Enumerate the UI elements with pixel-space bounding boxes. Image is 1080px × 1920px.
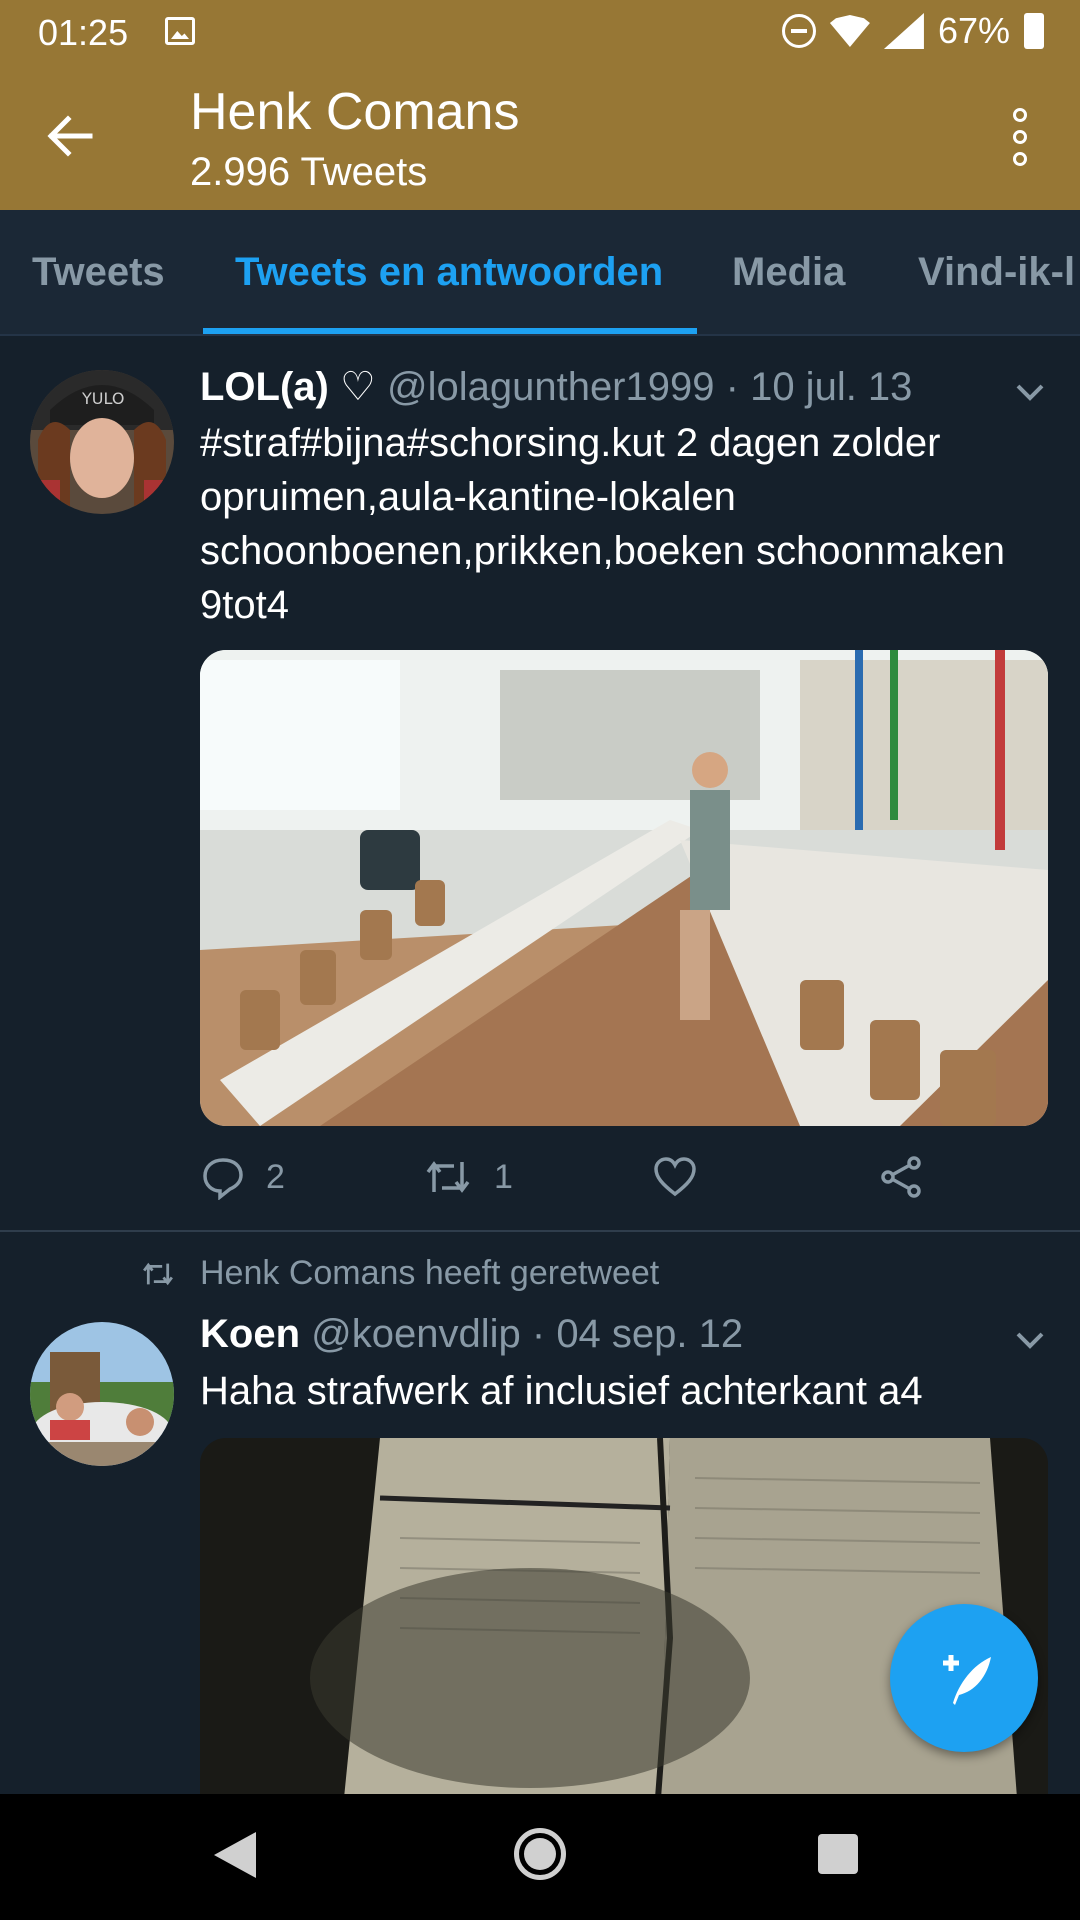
more-dot-icon [1013,152,1027,166]
compose-tweet-button[interactable] [890,1604,1038,1752]
arrow-left-icon [47,115,93,157]
heart-icon [654,1157,696,1197]
active-tab-indicator [203,328,697,334]
more-dot-icon [1013,130,1027,144]
status-time: 01:25 [38,12,129,53]
tab-tweets-and-replies[interactable]: Tweets en antwoorden [235,250,663,295]
retweeted-by-label: Henk Comans heeft geretweet [200,1254,660,1292]
wifi-icon [829,15,870,47]
reply-icon [203,1158,243,1200]
back-button[interactable] [40,106,100,166]
tweet-actions: 2 1 [200,1154,960,1214]
meta-separator: · [531,1312,546,1356]
signal-icon [883,13,924,49]
tweet-text: Haha strafwerk af inclusief achterkant a… [200,1369,923,1413]
author-name[interactable]: LOL(a) ♡ [200,365,376,409]
chevron-down-icon [1016,384,1044,401]
like-button[interactable] [652,1154,698,1200]
tweet-text: #straf#bijna#schorsing.kut 2 dagen zolde… [200,421,1006,627]
tweet-image[interactable] [200,650,1048,1126]
dnd-icon [781,14,816,48]
tweet-header: Koen @koenvdlip · 04 sep. 12 [200,1312,743,1357]
status-bar: 01:25 67% [0,0,1080,64]
chevron-down-icon [1016,1332,1044,1349]
tab-likes[interactable]: Vind-ik-l [918,250,1075,295]
reply-button[interactable]: 2 [200,1154,285,1200]
profile-name: Henk Comans [190,83,520,141]
retweet-icon [143,1262,173,1285]
image-notification-icon [165,17,195,45]
more-dot-icon [1013,108,1027,122]
author-handle[interactable]: @koenvdlip [311,1312,521,1356]
share-button[interactable] [878,1154,924,1200]
nav-back-icon[interactable] [214,1832,256,1878]
avatar[interactable]: YULO [30,370,174,514]
tweet-count: 2.996 Tweets [190,150,428,194]
retweet-icon [426,1161,470,1193]
status-icons: 67% [781,10,1044,52]
retweet-indicator: Henk Comans heeft geretweet [140,1254,659,1293]
tweet-feed[interactable]: YULO LOL(a) ♡ @lolagunther1999 · 10 jul.… [0,336,1080,1794]
tweet-date: 10 jul. 13 [750,365,913,409]
profile-tabs: Tweets Tweets en antwoorden Media Vind-i… [0,210,1080,336]
system-navigation-bar [0,1794,1080,1920]
share-icon [881,1156,921,1198]
reply-count: 2 [266,1157,285,1196]
author-name[interactable]: Koen [200,1312,300,1356]
tweet-divider [0,1230,1080,1232]
nav-recents-icon[interactable] [818,1834,858,1874]
nav-home-icon[interactable] [514,1828,566,1880]
tweet-image[interactable] [200,1438,1048,1794]
more-options-button[interactable] [1000,102,1040,172]
retweet-count: 1 [494,1157,513,1196]
svg-text:YULO: YULO [81,389,124,408]
tab-tweets[interactable]: Tweets [32,250,165,295]
author-handle[interactable]: @lolagunther1999 [387,365,715,409]
tab-media[interactable]: Media [732,250,845,295]
tweet-header: LOL(a) ♡ @lolagunther1999 · 10 jul. 13 [200,364,912,410]
tweet-menu-button[interactable] [1010,1320,1050,1360]
meta-separator: · [725,365,739,409]
compose-feather-icon [943,1655,991,1705]
tweet-menu-button[interactable] [1010,372,1050,412]
battery-icon [1024,13,1044,49]
battery-percent: 67% [937,10,1010,51]
avatar[interactable] [30,1322,174,1466]
profile-header: Henk Comans 2.996 Tweets [0,64,1080,210]
tweet-date: 04 sep. 12 [556,1312,744,1356]
retweet-button[interactable]: 1 [422,1154,513,1200]
